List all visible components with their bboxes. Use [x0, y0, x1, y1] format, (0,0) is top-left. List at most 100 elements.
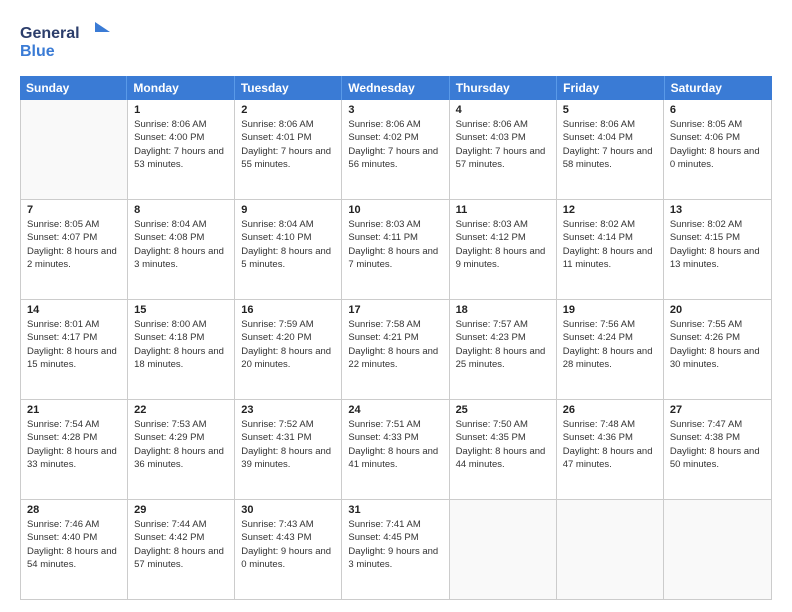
day-info: Sunrise: 8:06 AMSunset: 4:00 PMDaylight:…	[134, 118, 228, 171]
day-info: Sunrise: 8:03 AMSunset: 4:11 PMDaylight:…	[348, 218, 442, 271]
header-day-monday: Monday	[127, 76, 234, 100]
logo-svg: General Blue	[20, 18, 110, 66]
day-17: 17 Sunrise: 7:58 AMSunset: 4:21 PMDayligh…	[342, 300, 449, 399]
day-info: Sunrise: 8:04 AMSunset: 4:10 PMDaylight:…	[241, 218, 335, 271]
day-number: 23	[241, 404, 335, 416]
svg-text:Blue: Blue	[20, 43, 55, 60]
day-number: 14	[27, 304, 121, 316]
day-number: 16	[241, 304, 335, 316]
day-info: Sunrise: 7:43 AMSunset: 4:43 PMDaylight:…	[241, 518, 335, 571]
empty-cell-4-5	[557, 500, 664, 599]
header-day-saturday: Saturday	[665, 76, 772, 100]
empty-cell-0-0	[21, 100, 128, 199]
day-number: 18	[456, 304, 550, 316]
day-26: 26 Sunrise: 7:48 AMSunset: 4:36 PMDayligh…	[557, 400, 664, 499]
day-number: 10	[348, 204, 442, 216]
day-21: 21Sunrise: 7:54 AMSunset: 4:28 PMDayligh…	[21, 400, 128, 499]
day-info: Sunrise: 7:55 AMSunset: 4:26 PMDaylight:…	[670, 318, 765, 371]
day-3: 3 Sunrise: 8:06 AMSunset: 4:02 PMDaylight…	[342, 100, 449, 199]
day-1: 1 Sunrise: 8:06 AMSunset: 4:00 PMDaylight…	[128, 100, 235, 199]
day-number: 4	[456, 104, 550, 116]
day-info: Sunrise: 7:57 AMSunset: 4:23 PMDaylight:…	[456, 318, 550, 371]
day-12: 12 Sunrise: 8:02 AMSunset: 4:14 PMDayligh…	[557, 200, 664, 299]
header: General Blue	[20, 18, 772, 66]
day-number: 30	[241, 504, 335, 516]
day-info: Sunrise: 8:01 AMSunset: 4:17 PMDaylight:…	[27, 318, 121, 371]
day-info: Sunrise: 8:05 AMSunset: 4:06 PMDaylight:…	[670, 118, 765, 171]
day-6: 6 Sunrise: 8:05 AMSunset: 4:06 PMDaylight…	[664, 100, 771, 199]
day-number: 15	[134, 304, 228, 316]
day-18: 18 Sunrise: 7:57 AMSunset: 4:23 PMDayligh…	[450, 300, 557, 399]
day-number: 19	[563, 304, 657, 316]
day-info: Sunrise: 7:58 AMSunset: 4:21 PMDaylight:…	[348, 318, 442, 371]
day-number: 20	[670, 304, 765, 316]
day-info: Sunrise: 7:52 AMSunset: 4:31 PMDaylight:…	[241, 418, 335, 471]
day-11: 11 Sunrise: 8:03 AMSunset: 4:12 PMDayligh…	[450, 200, 557, 299]
day-info: Sunrise: 8:04 AMSunset: 4:08 PMDaylight:…	[134, 218, 228, 271]
day-number: 17	[348, 304, 442, 316]
day-number: 1	[134, 104, 228, 116]
week-4: 21Sunrise: 7:54 AMSunset: 4:28 PMDayligh…	[21, 400, 771, 500]
svg-text:General: General	[20, 25, 80, 42]
header-day-sunday: Sunday	[20, 76, 127, 100]
day-info: Sunrise: 7:54 AMSunset: 4:28 PMDaylight:…	[27, 418, 121, 471]
week-5: 28 Sunrise: 7:46 AMSunset: 4:40 PMDayligh…	[21, 500, 771, 599]
day-info: Sunrise: 8:02 AMSunset: 4:15 PMDaylight:…	[670, 218, 765, 271]
day-number: 24	[348, 404, 442, 416]
day-27: 27Sunrise: 7:47 AMSunset: 4:38 PMDayligh…	[664, 400, 771, 499]
day-number: 3	[348, 104, 442, 116]
day-number: 12	[563, 204, 657, 216]
day-number: 25	[456, 404, 550, 416]
day-number: 31	[348, 504, 442, 516]
day-info: Sunrise: 7:48 AMSunset: 4:36 PMDaylight:…	[563, 418, 657, 471]
day-number: 29	[134, 504, 228, 516]
header-day-friday: Friday	[557, 76, 664, 100]
day-9: 9Sunrise: 8:04 AMSunset: 4:10 PMDaylight…	[235, 200, 342, 299]
day-info: Sunrise: 8:02 AMSunset: 4:14 PMDaylight:…	[563, 218, 657, 271]
day-28: 28 Sunrise: 7:46 AMSunset: 4:40 PMDayligh…	[21, 500, 128, 599]
day-number: 5	[563, 104, 657, 116]
day-info: Sunrise: 7:41 AMSunset: 4:45 PMDaylight:…	[348, 518, 442, 571]
day-info: Sunrise: 8:06 AMSunset: 4:03 PMDaylight:…	[456, 118, 550, 171]
calendar: SundayMondayTuesdayWednesdayThursdayFrid…	[20, 76, 772, 600]
day-31: 31 Sunrise: 7:41 AMSunset: 4:45 PMDayligh…	[342, 500, 449, 599]
day-info: Sunrise: 7:56 AMSunset: 4:24 PMDaylight:…	[563, 318, 657, 371]
day-20: 20 Sunrise: 7:55 AMSunset: 4:26 PMDayligh…	[664, 300, 771, 399]
day-info: Sunrise: 7:50 AMSunset: 4:35 PMDaylight:…	[456, 418, 550, 471]
day-info: Sunrise: 8:00 AMSunset: 4:18 PMDaylight:…	[134, 318, 228, 371]
day-info: Sunrise: 7:44 AMSunset: 4:42 PMDaylight:…	[134, 518, 228, 571]
day-4: 4 Sunrise: 8:06 AMSunset: 4:03 PMDaylight…	[450, 100, 557, 199]
day-number: 26	[563, 404, 657, 416]
day-15: 15 Sunrise: 8:00 AMSunset: 4:18 PMDayligh…	[128, 300, 235, 399]
header-day-thursday: Thursday	[450, 76, 557, 100]
week-2: 7 Sunrise: 8:05 AMSunset: 4:07 PMDaylight…	[21, 200, 771, 300]
day-10: 10 Sunrise: 8:03 AMSunset: 4:11 PMDayligh…	[342, 200, 449, 299]
day-number: 2	[241, 104, 335, 116]
day-info: Sunrise: 8:05 AMSunset: 4:07 PMDaylight:…	[27, 218, 121, 271]
day-info: Sunrise: 8:03 AMSunset: 4:12 PMDaylight:…	[456, 218, 550, 271]
logo: General Blue	[20, 18, 110, 66]
empty-cell-4-4	[450, 500, 557, 599]
day-16: 16Sunrise: 7:59 AMSunset: 4:20 PMDayligh…	[235, 300, 342, 399]
day-7: 7 Sunrise: 8:05 AMSunset: 4:07 PMDaylight…	[21, 200, 128, 299]
day-number: 28	[27, 504, 121, 516]
day-info: Sunrise: 7:46 AMSunset: 4:40 PMDaylight:…	[27, 518, 121, 571]
day-5: 5 Sunrise: 8:06 AMSunset: 4:04 PMDaylight…	[557, 100, 664, 199]
day-number: 11	[456, 204, 550, 216]
header-day-wednesday: Wednesday	[342, 76, 449, 100]
day-number: 13	[670, 204, 765, 216]
header-day-tuesday: Tuesday	[235, 76, 342, 100]
empty-cell-4-6	[664, 500, 771, 599]
day-number: 7	[27, 204, 121, 216]
calendar-header: SundayMondayTuesdayWednesdayThursdayFrid…	[20, 76, 772, 100]
day-29: 29 Sunrise: 7:44 AMSunset: 4:42 PMDayligh…	[128, 500, 235, 599]
day-number: 6	[670, 104, 765, 116]
day-number: 27	[670, 404, 765, 416]
day-info: Sunrise: 8:06 AMSunset: 4:04 PMDaylight:…	[563, 118, 657, 171]
day-number: 22	[134, 404, 228, 416]
day-info: Sunrise: 7:53 AMSunset: 4:29 PMDaylight:…	[134, 418, 228, 471]
day-info: Sunrise: 8:06 AMSunset: 4:02 PMDaylight:…	[348, 118, 442, 171]
day-30: 30 Sunrise: 7:43 AMSunset: 4:43 PMDayligh…	[235, 500, 342, 599]
day-8: 8Sunrise: 8:04 AMSunset: 4:08 PMDaylight…	[128, 200, 235, 299]
day-info: Sunrise: 7:51 AMSunset: 4:33 PMDaylight:…	[348, 418, 442, 471]
